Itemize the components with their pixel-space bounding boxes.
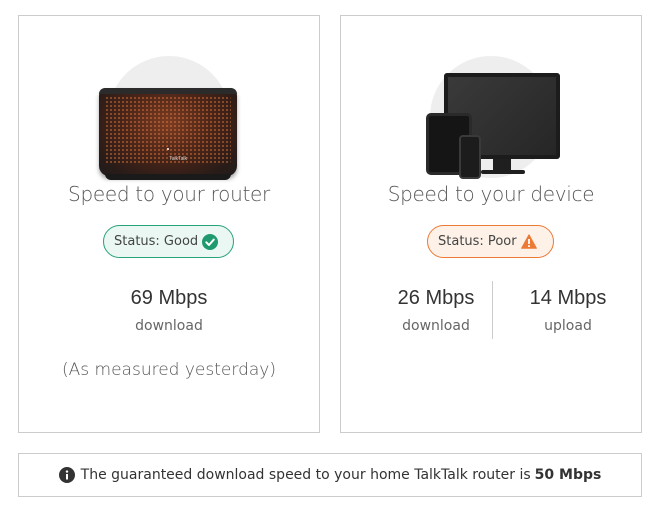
guaranteed-speed-value: 50 Mbps bbox=[534, 467, 602, 483]
device-download-label: download bbox=[402, 318, 470, 334]
router-card-title: Speed to your router bbox=[68, 182, 270, 206]
router-icon: TalkTalk bbox=[99, 88, 237, 180]
phone-icon bbox=[459, 135, 481, 179]
router-brand-logo: TalkTalk bbox=[169, 156, 187, 162]
measured-note: (As measured yesterday) bbox=[62, 360, 276, 380]
check-circle-icon bbox=[202, 233, 219, 250]
device-status-text: Status: Poor bbox=[438, 234, 517, 249]
info-text: The guaranteed download speed to your ho… bbox=[80, 467, 531, 483]
router-download-speed: 69 Mbps bbox=[130, 287, 208, 309]
router-illustration: TalkTalk bbox=[19, 56, 319, 186]
device-status-badge: Status: Poor bbox=[427, 225, 554, 258]
router-download-label: download bbox=[135, 318, 203, 334]
device-upload-speed: 14 Mbps bbox=[529, 287, 607, 309]
warning-icon bbox=[520, 234, 537, 249]
device-card-title: Speed to your device bbox=[387, 182, 595, 206]
router-status-text: Status: Good bbox=[114, 234, 199, 249]
device-upload-label: upload bbox=[544, 318, 592, 334]
router-speed-card: TalkTalk Speed to your router Status: Go… bbox=[18, 15, 320, 433]
device-speed-card: Speed to your device Status: Poor 26 Mbp… bbox=[340, 15, 642, 433]
info-icon bbox=[58, 467, 75, 483]
guaranteed-speed-info: The guaranteed download speed to your ho… bbox=[18, 453, 642, 497]
device-download-speed: 26 Mbps bbox=[397, 287, 475, 309]
router-status-badge: Status: Good bbox=[103, 225, 234, 258]
device-illustration bbox=[341, 56, 641, 186]
